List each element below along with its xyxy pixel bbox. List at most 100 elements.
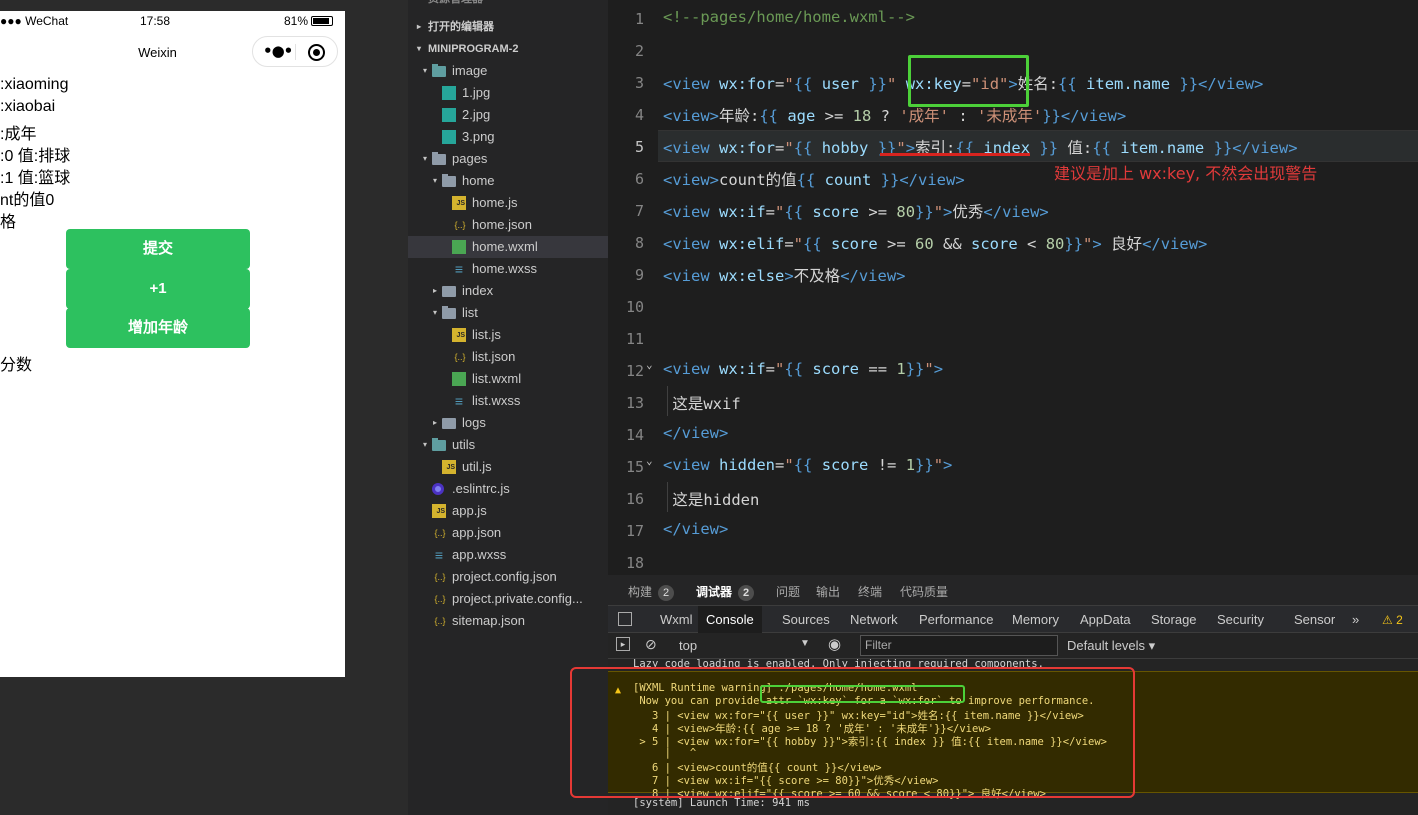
folder-icon bbox=[442, 306, 456, 319]
tree-item-list-json[interactable]: {..} list.json bbox=[408, 346, 608, 368]
devtools-tab-wxml[interactable]: Wxml bbox=[660, 612, 693, 627]
panel-tab-0[interactable]: 构建 2 bbox=[628, 583, 675, 601]
tree-item-label: index bbox=[462, 283, 494, 298]
tree-item-image[interactable]: ▾ image bbox=[408, 60, 608, 82]
page-line-hobby-2: :1 值:篮球 bbox=[0, 170, 71, 187]
tree-item-list-wxml[interactable]: list.wxml bbox=[408, 368, 608, 390]
devtools-tab-sources[interactable]: Sources bbox=[782, 612, 830, 627]
chevron-down-icon[interactable]: ▾ bbox=[430, 170, 440, 192]
panel-tab-5[interactable]: 代码质量 bbox=[900, 583, 948, 600]
tree-item-3-png[interactable]: 3.png bbox=[408, 126, 608, 148]
clear-console-icon[interactable]: ⊘ bbox=[645, 636, 657, 653]
chevron-down-icon[interactable]: ▾ bbox=[420, 60, 430, 82]
project-section[interactable]: ▾ MINIPROGRAM-2 bbox=[408, 38, 608, 60]
console-output: Lazy code loading is enabled. Only injec… bbox=[570, 658, 1418, 815]
tree-item-app-json[interactable]: {..} app.json bbox=[408, 522, 608, 544]
devtools-tab-appdata[interactable]: AppData bbox=[1080, 612, 1131, 627]
tree-item-home-js[interactable]: JS home.js bbox=[408, 192, 608, 214]
eye-icon[interactable]: ◉ bbox=[828, 635, 841, 653]
fold-chevron-icon[interactable]: ⌄ bbox=[646, 358, 653, 371]
line-number: 3 bbox=[634, 74, 644, 92]
code-line-9[interactable]: <view wx:else>不及格</view> bbox=[663, 264, 906, 286]
tree-item-sitemap-json[interactable]: {..} sitemap.json bbox=[408, 610, 608, 632]
add-age-button[interactable]: 增加年龄 bbox=[66, 308, 250, 348]
close-circle-icon[interactable] bbox=[308, 44, 325, 61]
js-file-icon: JS bbox=[432, 504, 446, 518]
code-line-1[interactable]: <!--pages/home/home.wxml--> bbox=[663, 8, 915, 26]
chevron-right-icon[interactable]: ▸ bbox=[430, 280, 440, 302]
devtools-tab-memory[interactable]: Memory bbox=[1012, 612, 1059, 627]
filter-input[interactable]: Filter bbox=[860, 635, 1058, 656]
tree-item-app-wxss[interactable]: ≡ app.wxss bbox=[408, 544, 608, 566]
fold-chevron-icon[interactable]: ⌄ bbox=[646, 454, 653, 467]
devtools-tab-console[interactable]: Console bbox=[698, 606, 762, 634]
tree-item-label: pages bbox=[452, 151, 488, 166]
chevron-down-icon[interactable]: ▾ bbox=[430, 302, 440, 324]
tab-count-badge: 2 bbox=[738, 585, 755, 601]
devtools-tab-network[interactable]: Network bbox=[850, 612, 898, 627]
tree-item-label: home.json bbox=[472, 217, 532, 232]
plus-one-button[interactable]: +1 bbox=[66, 269, 250, 309]
tree-item-project-private-config-[interactable]: {..} project.private.config... bbox=[408, 588, 608, 610]
more-tabs-icon[interactable]: » bbox=[1352, 612, 1359, 627]
tree-item-project-config-json[interactable]: {..} project.config.json bbox=[408, 566, 608, 588]
panel-tab-4[interactable]: 终端 bbox=[858, 583, 882, 600]
devtools-tab-storage[interactable]: Storage bbox=[1151, 612, 1197, 627]
tree-item-pages[interactable]: ▾ pages bbox=[408, 148, 608, 170]
image-file-icon bbox=[442, 130, 456, 144]
tree-item-util-js[interactable]: JS util.js bbox=[408, 456, 608, 478]
inspect-icon[interactable] bbox=[618, 612, 632, 626]
code-line-6[interactable]: <view>count的值{{ count }}</view> bbox=[663, 168, 965, 190]
folder-icon bbox=[432, 438, 446, 451]
code-line-15[interactable]: <view hidden="{{ score != 1}}"> bbox=[663, 456, 952, 474]
chevron-right-icon[interactable]: ▸ bbox=[430, 412, 440, 434]
tree-item-home[interactable]: ▾ home bbox=[408, 170, 608, 192]
tree-item-label: app.json bbox=[452, 525, 502, 540]
code-line-13[interactable]: 这是wxif bbox=[663, 392, 740, 414]
context-chevron-down-icon[interactable]: ▼ bbox=[800, 638, 810, 649]
tree-item-index[interactable]: ▸ index bbox=[408, 280, 608, 302]
code-line-14[interactable]: </view> bbox=[663, 424, 728, 442]
devtools-tab-security[interactable]: Security bbox=[1217, 612, 1264, 627]
open-editors-section[interactable]: ▸ 打开的编辑器 bbox=[408, 16, 608, 38]
submit-button[interactable]: 提交 bbox=[66, 229, 250, 269]
json-file-icon: {..} bbox=[434, 616, 446, 626]
log-levels-dropdown[interactable]: Default levels ▾ bbox=[1067, 638, 1155, 654]
tree-item-label: image bbox=[452, 63, 488, 78]
tree-item-list-js[interactable]: JS list.js bbox=[408, 324, 608, 346]
line-number: 14 bbox=[625, 426, 644, 444]
context-selector[interactable]: top bbox=[679, 638, 697, 653]
code-line-12[interactable]: <view wx:if="{{ score == 1}}"> bbox=[663, 360, 943, 378]
warning-count-badge[interactable]: ⚠ 2 bbox=[1382, 613, 1403, 627]
panel-tab-3[interactable]: 输出 bbox=[816, 583, 840, 600]
tree-item-list-wxss[interactable]: ≡ list.wxss bbox=[408, 390, 608, 412]
bottom-panel: 构建 2 调试器 2 问题 输出 终端 代码质量 Wxml Console Sources Netw… bbox=[570, 575, 1418, 815]
code-line-17[interactable]: </view> bbox=[663, 520, 728, 538]
tree-item-2-jpg[interactable]: 2.jpg bbox=[408, 104, 608, 126]
panel-tab-1[interactable]: 调试器 2 bbox=[696, 583, 755, 601]
battery-percent: 81% bbox=[284, 14, 309, 28]
tree-item-utils[interactable]: ▾ utils bbox=[408, 434, 608, 456]
tree-item-1-jpg[interactable]: 1.jpg bbox=[408, 82, 608, 104]
code-line-4[interactable]: <view>年龄:{{ age >= 18 ? '成年' : '未成年'}}</… bbox=[663, 104, 1126, 126]
chevron-down-icon[interactable]: ▾ bbox=[420, 434, 430, 456]
tree-item-home-json[interactable]: {..} home.json bbox=[408, 214, 608, 236]
code-line-7[interactable]: <view wx:if="{{ score >= 80}}">优秀</view> bbox=[663, 200, 1049, 222]
tree-item-logs[interactable]: ▸ logs bbox=[408, 412, 608, 434]
more-dots-icon[interactable]: •●• bbox=[263, 42, 293, 60]
code-line-8[interactable]: <view wx:elif="{{ score >= 60 && score <… bbox=[663, 232, 1207, 254]
tree-item-home-wxss[interactable]: ≡ home.wxss bbox=[408, 258, 608, 280]
line-number: 7 bbox=[634, 202, 644, 220]
chevron-down-icon[interactable]: ▾ bbox=[420, 148, 430, 170]
panel-tab-2[interactable]: 问题 bbox=[776, 583, 800, 600]
tree-item-list[interactable]: ▾ list bbox=[408, 302, 608, 324]
devtools-tab-performance[interactable]: Performance bbox=[919, 612, 993, 627]
sidebar-toggle-icon[interactable]: ▸ bbox=[616, 637, 630, 651]
devtools-tab-sensor[interactable]: Sensor bbox=[1294, 612, 1335, 627]
code-line-16[interactable]: 这是hidden bbox=[663, 488, 759, 510]
tree-item-home-wxml[interactable]: home.wxml bbox=[408, 236, 608, 258]
code-editor[interactable]: 1 <!--pages/home/home.wxml--> 2 3 <view wx:f… bbox=[608, 0, 1418, 575]
tree-item--eslintrc-js[interactable]: .eslintrc.js bbox=[408, 478, 608, 500]
menu-capsule[interactable]: •●• bbox=[252, 36, 338, 67]
tree-item-app-js[interactable]: JS app.js bbox=[408, 500, 608, 522]
